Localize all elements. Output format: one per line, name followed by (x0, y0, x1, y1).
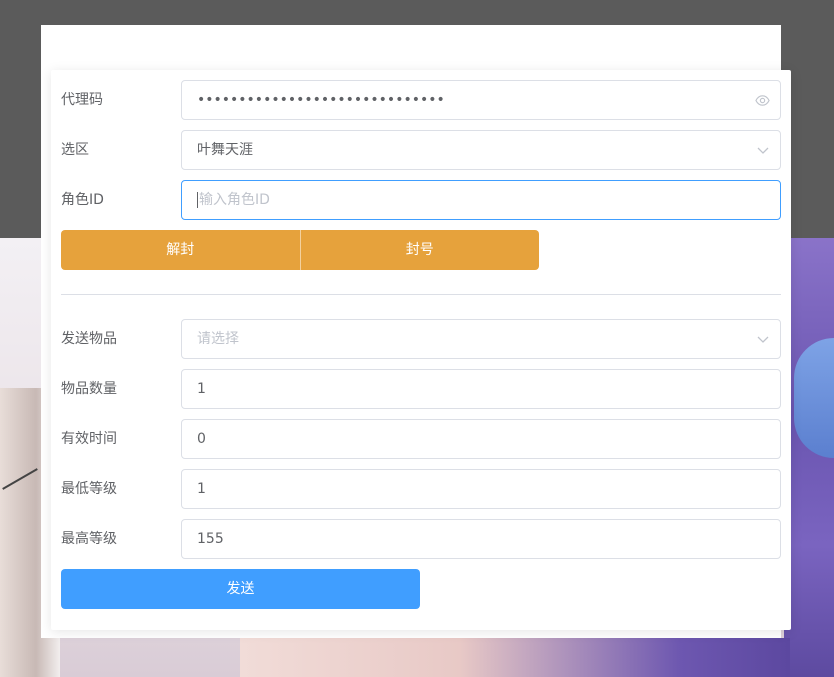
valid-time-label: 有效时间 (61, 431, 117, 447)
section-divider (61, 294, 781, 295)
role-id-row: 角色ID 输入角色ID (61, 180, 781, 220)
item-quantity-input[interactable]: 1 (181, 369, 781, 409)
unban-button[interactable]: 解封 (61, 230, 300, 270)
agent-code-label: 代理码 (61, 92, 103, 108)
role-id-label: 角色ID (61, 192, 104, 208)
valid-time-row: 有效时间 0 (61, 419, 781, 459)
chevron-down-icon (756, 320, 770, 358)
ban-button[interactable]: 封号 (299, 230, 539, 270)
item-quantity-label: 物品数量 (61, 381, 117, 397)
chevron-down-icon (756, 131, 770, 169)
zone-selected-value: 叶舞天涯 (197, 142, 253, 158)
min-level-label: 最低等级 (61, 481, 117, 497)
ban-action-group: 解封 封号 (61, 230, 539, 270)
zone-label: 选区 (61, 142, 89, 158)
agent-code-input[interactable]: •••••••••••••••••••••••••••••• (181, 80, 781, 120)
min-level-value: 1 (197, 481, 206, 497)
zone-select[interactable]: 叶舞天涯 (181, 130, 781, 170)
item-quantity-row: 物品数量 1 (61, 369, 781, 409)
agent-code-row: 代理码 •••••••••••••••••••••••••••••• (61, 80, 781, 120)
max-level-input[interactable]: 155 (181, 519, 781, 559)
item-quantity-value: 1 (197, 381, 206, 397)
admin-form-panel: 代理码 •••••••••••••••••••••••••••••• 选区 叶舞… (51, 70, 791, 630)
send-item-select[interactable]: 请选择 (181, 319, 781, 359)
zone-row: 选区 叶舞天涯 (61, 130, 781, 170)
send-button[interactable]: 发送 (61, 569, 420, 609)
send-item-placeholder: 请选择 (197, 331, 239, 347)
max-level-row: 最高等级 155 (61, 519, 781, 559)
eye-icon[interactable] (755, 81, 770, 119)
valid-time-value: 0 (197, 431, 206, 447)
send-item-label: 发送物品 (61, 331, 117, 347)
role-id-input[interactable]: 输入角色ID (181, 180, 781, 220)
max-level-value: 155 (197, 531, 224, 547)
agent-code-value: •••••••••••••••••••••••••••••• (197, 92, 445, 108)
send-item-row: 发送物品 请选择 (61, 319, 781, 359)
text-caret (197, 192, 198, 208)
min-level-input[interactable]: 1 (181, 469, 781, 509)
max-level-label: 最高等级 (61, 531, 117, 547)
role-id-placeholder: 输入角色ID (199, 192, 270, 208)
valid-time-input[interactable]: 0 (181, 419, 781, 459)
min-level-row: 最低等级 1 (61, 469, 781, 509)
